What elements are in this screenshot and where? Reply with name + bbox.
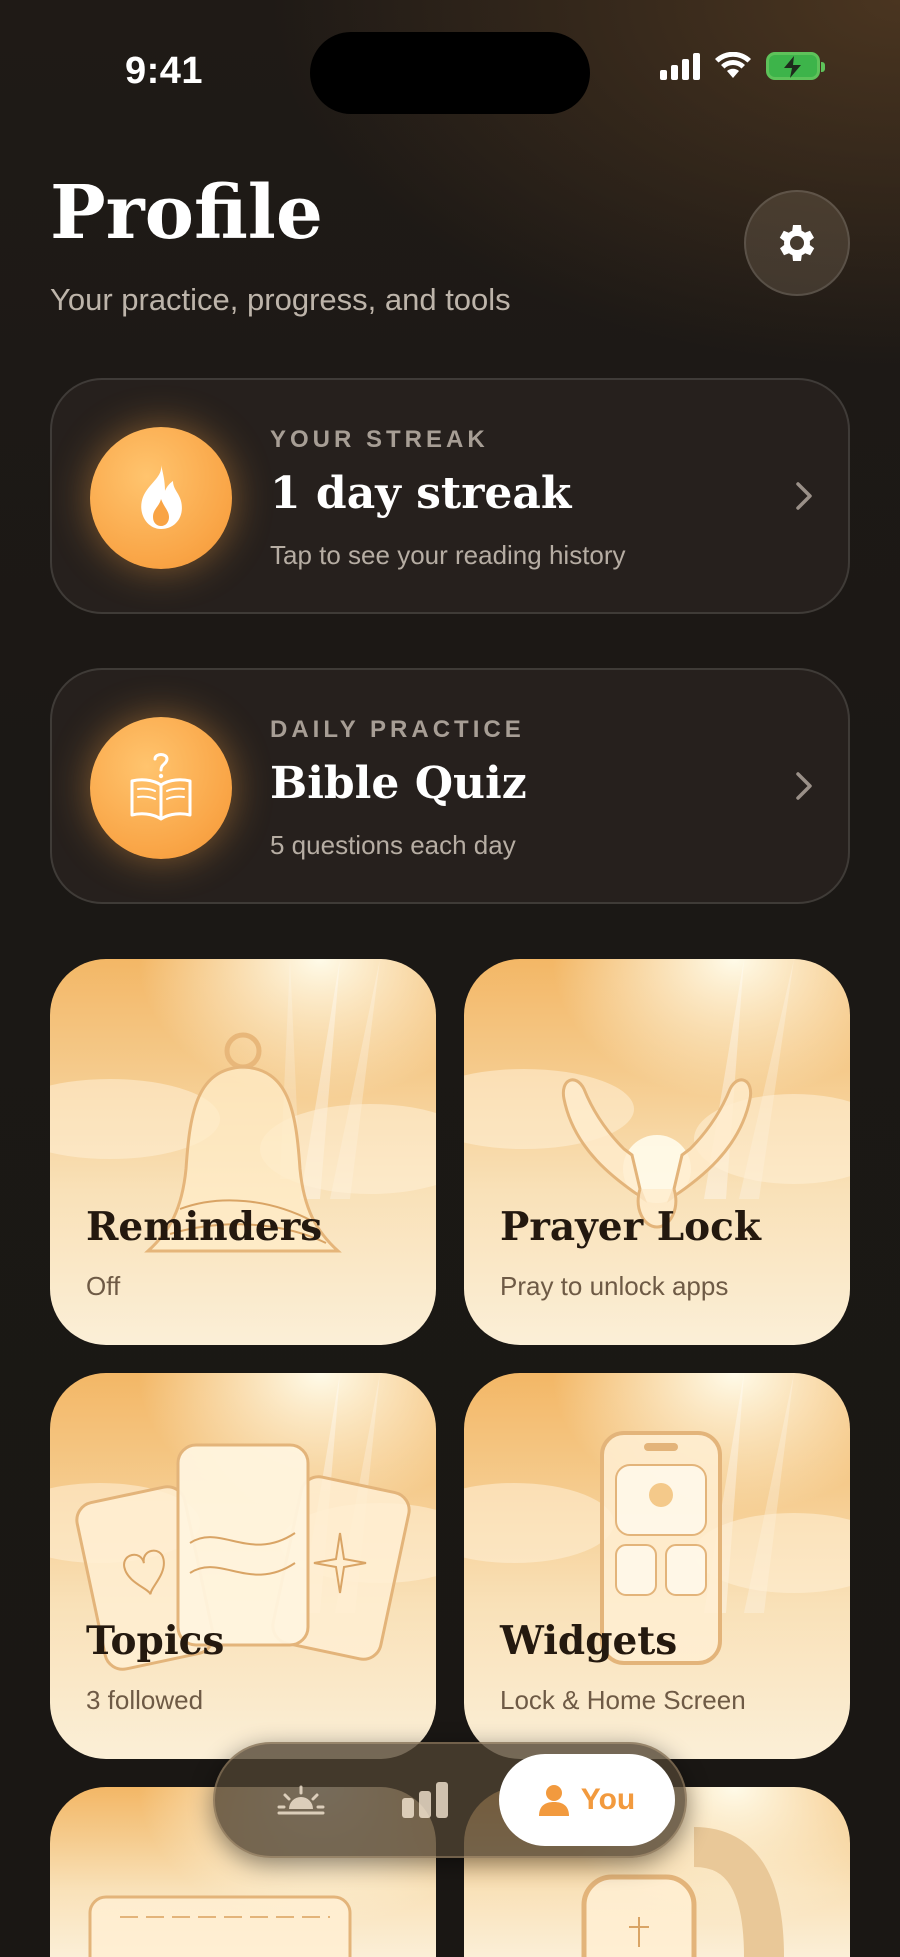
settings-button[interactable]	[744, 190, 850, 296]
status-icons	[660, 52, 825, 80]
tab-today[interactable]	[241, 1754, 361, 1846]
prayer-lock-tile[interactable]: Prayer Lock Pray to unlock apps	[464, 959, 850, 1345]
cellular-signal-icon	[660, 52, 700, 80]
tab-you-label: You	[580, 1783, 636, 1816]
reminders-tile[interactable]: Reminders Off	[50, 959, 436, 1345]
chevron-right-icon	[796, 772, 812, 800]
quiz-title: Bible Quiz	[270, 758, 527, 809]
flame-icon	[141, 465, 182, 529]
tile-subtitle: 3 followed	[86, 1685, 204, 1715]
streak-card[interactable]: YOUR STREAK 1 day streak Tap to see your…	[50, 378, 850, 614]
book-question-icon	[130, 753, 192, 821]
topics-tile[interactable]: Topics 3 followed	[50, 1373, 436, 1759]
tab-you[interactable]: You	[499, 1754, 675, 1846]
tile-subtitle: Off	[86, 1271, 121, 1301]
quiz-icon-badge	[90, 717, 232, 859]
wifi-icon	[715, 52, 751, 78]
battery-charging-icon	[766, 52, 825, 80]
tile-subtitle: Pray to unlock apps	[500, 1271, 729, 1301]
bar-chart-icon	[402, 1782, 448, 1818]
tile-title: Topics	[86, 1618, 225, 1664]
streak-subtitle: Tap to see your reading history	[270, 540, 626, 570]
streak-eyebrow: YOUR STREAK	[270, 426, 489, 453]
page-subtitle: Your practice, progress, and tools	[50, 282, 511, 317]
tab-bar: You	[213, 1742, 687, 1858]
sunrise-icon	[277, 1785, 325, 1815]
person-icon	[538, 1785, 569, 1816]
tile-title: Widgets	[500, 1618, 678, 1664]
tile-title: Reminders	[86, 1204, 323, 1250]
gear-icon	[779, 225, 815, 261]
widgets-tile[interactable]: Widgets Lock & Home Screen	[464, 1373, 850, 1759]
quiz-eyebrow: DAILY PRACTICE	[270, 716, 525, 743]
chevron-right-icon	[796, 482, 812, 510]
streak-icon-badge	[90, 427, 232, 569]
streak-title: 1 day streak	[270, 468, 572, 519]
tile-subtitle: Lock & Home Screen	[500, 1685, 746, 1715]
page-title: Profile	[50, 170, 323, 256]
status-time: 9:41	[125, 50, 204, 92]
quiz-subtitle: 5 questions each day	[270, 830, 516, 860]
dynamic-island	[310, 32, 590, 114]
tile-title: Prayer Lock	[500, 1204, 761, 1250]
tab-progress[interactable]	[365, 1754, 485, 1846]
bible-quiz-card[interactable]: DAILY PRACTICE Bible Quiz 5 questions ea…	[50, 668, 850, 904]
